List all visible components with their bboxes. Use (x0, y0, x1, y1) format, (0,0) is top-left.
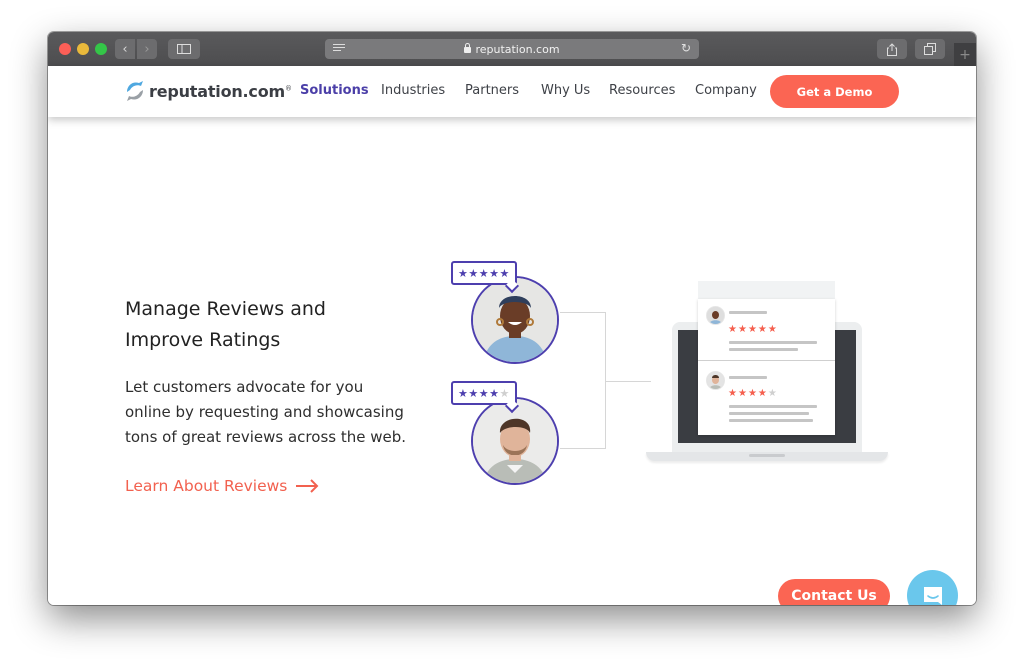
headline-line: Manage Reviews and (125, 298, 326, 320)
man-photo (473, 399, 557, 483)
nav-partners[interactable]: Partners (465, 83, 519, 98)
reload-icon[interactable]: ↻ (681, 41, 691, 55)
reviewer-avatar-man (471, 397, 559, 485)
star-filled-icon: ★ (728, 324, 738, 335)
star-filled-icon: ★ (478, 266, 490, 280)
mini-avatar-woman (706, 306, 725, 325)
mini-avatar-man (706, 371, 725, 390)
browser-window: ‹ › reputation.com ↻ + reputation.com® S… (48, 32, 976, 605)
placeholder-line (729, 376, 767, 379)
star-filled-icon: ★ (468, 266, 479, 280)
star-filled-icon: ★ (458, 386, 469, 400)
description-line: Let customers advocate for you (125, 378, 364, 396)
placeholder-line (729, 412, 809, 415)
chat-icon (923, 586, 942, 605)
woman-photo (473, 278, 557, 362)
placeholder-line (729, 419, 813, 422)
card-divider (698, 360, 835, 361)
star-filled-icon: ★ (747, 324, 758, 335)
nav-industries[interactable]: Industries (381, 83, 445, 98)
placeholder-line (729, 311, 767, 314)
star-filled-icon: ★ (747, 388, 758, 399)
placeholder-line (729, 348, 798, 351)
placeholder-line (729, 405, 817, 408)
logo-wordmark: reputation.com (149, 81, 285, 101)
star-filled-icon: ★ (757, 388, 768, 399)
star-filled-icon: ★ (757, 324, 768, 335)
star-filled-icon: ★ (499, 266, 510, 280)
reader-icon[interactable] (333, 44, 345, 53)
nav-company[interactable]: Company (695, 83, 757, 98)
connector-line (560, 312, 606, 313)
share-icon (887, 42, 897, 56)
hero-headline: Manage Reviews and Improve Ratings (125, 294, 425, 356)
chevron-left-icon: ‹ (122, 41, 128, 57)
star-filled-icon: ★ (489, 386, 500, 400)
show-tabs-button[interactable] (915, 39, 945, 59)
zoom-window-button[interactable] (95, 43, 107, 55)
star-rating: ★★★★★ (458, 267, 510, 280)
star-rating: ★★★★★ (458, 387, 510, 400)
rating-bubble: ★★★★★ (451, 261, 517, 285)
plus-icon: + (959, 46, 971, 63)
description-line: online by requesting and showcasing (125, 403, 404, 421)
contact-us-button[interactable]: Contact Us (778, 579, 890, 605)
hero-description: Let customers advocate for you online by… (125, 375, 425, 450)
site-header: reputation.com® Solutions Industries Par… (48, 66, 976, 117)
learn-about-reviews-link[interactable]: Learn About Reviews (125, 477, 319, 495)
tabs-icon (924, 43, 936, 55)
star-filled-icon: ★ (458, 266, 469, 280)
star-filled-icon: ★ (489, 266, 500, 280)
share-button[interactable] (877, 39, 907, 59)
web-page: reputation.com® Solutions Industries Par… (48, 66, 976, 605)
review-card: ★★★★★ ★★★★★ (698, 299, 835, 435)
star-filled-icon: ★ (737, 388, 748, 399)
close-window-button[interactable] (59, 43, 71, 55)
chevron-right-icon: › (144, 41, 150, 57)
star-filled-icon: ★ (468, 386, 479, 400)
arrow-right-icon (296, 479, 319, 493)
mini-star-rating: ★★★★★ (728, 324, 778, 335)
star-empty-icon: ★ (499, 386, 510, 400)
headline-line: Improve Ratings (125, 329, 281, 351)
review-card-header (698, 281, 835, 299)
star-filled-icon: ★ (728, 388, 738, 399)
sidebar-icon (177, 44, 191, 54)
address-bar[interactable]: reputation.com ↻ (325, 39, 699, 59)
forward-button[interactable]: › (137, 39, 157, 59)
nav-why-us[interactable]: Why Us (541, 83, 590, 98)
url-text: reputation.com (475, 42, 560, 56)
sidebar-toggle-button[interactable] (168, 39, 200, 59)
get-a-demo-button[interactable]: Get a Demo (770, 75, 899, 108)
laptop-notch (749, 454, 785, 457)
nav-solutions[interactable]: Solutions (300, 83, 369, 98)
chat-launcher-button[interactable] (907, 570, 958, 605)
minimize-window-button[interactable] (77, 43, 89, 55)
logo-mark-icon (127, 81, 143, 101)
link-label: Learn About Reviews (125, 477, 288, 495)
star-empty-icon: ★ (767, 388, 778, 399)
connector-line (560, 448, 606, 449)
lock-icon (464, 43, 472, 53)
mini-star-rating: ★★★★★ (728, 388, 778, 399)
site-logo[interactable]: reputation.com® (124, 80, 292, 102)
connector-line (605, 312, 606, 448)
browser-toolbar: ‹ › reputation.com ↻ + (48, 32, 976, 67)
new-tab-button[interactable]: + (954, 43, 976, 66)
rating-bubble: ★★★★★ (451, 381, 517, 405)
star-filled-icon: ★ (478, 386, 490, 400)
star-filled-icon: ★ (737, 324, 748, 335)
description-line: tons of great reviews across the web. (125, 428, 407, 446)
nav-resources[interactable]: Resources (609, 83, 675, 98)
placeholder-line (729, 341, 817, 344)
logo-text: reputation.com® (149, 82, 292, 101)
back-button[interactable]: ‹ (115, 39, 135, 59)
connector-line (605, 381, 651, 382)
registered-mark: ® (284, 84, 292, 93)
star-filled-icon: ★ (767, 324, 778, 335)
